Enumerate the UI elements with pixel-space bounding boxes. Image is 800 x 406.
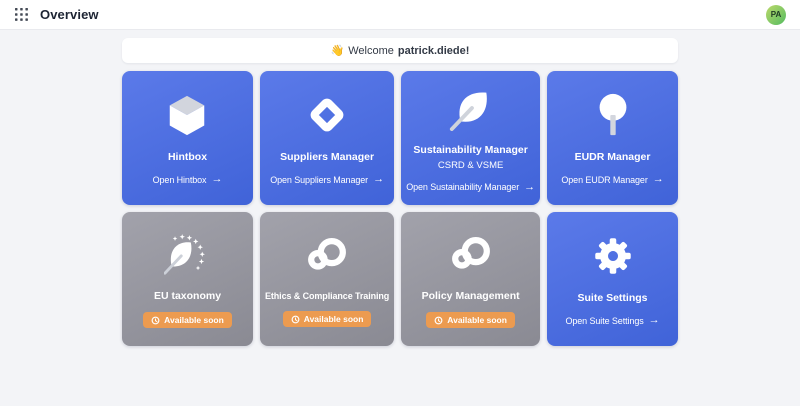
badge-label: Available soon <box>303 314 364 324</box>
badge-label: Available soon <box>164 315 224 325</box>
page-title: Overview <box>40 7 99 22</box>
app-card-suite-settings[interactable]: Suite Settings Open Suite Settings → <box>547 212 678 346</box>
card-title: EUDR Manager <box>574 151 651 163</box>
card-link-label: Open Suite Settings <box>565 315 644 326</box>
loop-icon <box>304 231 350 279</box>
wave-emoji-icon: 👋 <box>330 45 345 57</box>
card-title: Suite Settings <box>577 292 648 304</box>
app-card-grid: Hintbox Open Hintbox → Suppliers Manager… <box>122 71 678 346</box>
arrow-right-icon: → <box>211 173 223 185</box>
clock-icon <box>291 315 300 323</box>
open-eudr-manager-link[interactable]: Open EUDR Manager → <box>561 174 663 185</box>
open-sustainability-manager-link[interactable]: Open Sustainability Manager → <box>406 180 535 193</box>
welcome-banner: 👋 Welcome patrick.diede! <box>122 38 678 63</box>
app-card-policy-management: Policy Management Available soon <box>401 212 540 346</box>
clock-icon <box>434 316 443 324</box>
available-soon-badge: Available soon <box>143 312 232 328</box>
card-link-label: Open Suppliers Manager <box>270 174 369 185</box>
app-card-sustainability-manager[interactable]: Sustainability Manager CSRD & VSME Open … <box>401 71 540 205</box>
card-subtitle: CSRD & VSME <box>437 159 504 171</box>
card-title: Policy Management <box>421 290 520 302</box>
cube-icon <box>164 91 210 139</box>
welcome-greeting: Welcome <box>348 44 394 57</box>
available-soon-badge: Available soon <box>282 311 372 327</box>
avatar[interactable]: PA <box>766 4 786 25</box>
gear-icon <box>590 232 636 280</box>
card-link-label: Open EUDR Manager <box>561 174 648 185</box>
open-hintbox-link[interactable]: Open Hintbox → <box>153 174 223 185</box>
app-card-eudr-manager[interactable]: EUDR Manager Open EUDR Manager → <box>547 71 678 205</box>
tree-icon <box>590 91 636 139</box>
arrow-right-icon: → <box>373 173 384 185</box>
app-card-hintbox[interactable]: Hintbox Open Hintbox → <box>122 71 253 205</box>
eu-leaf-icon <box>164 230 210 278</box>
card-title: EU taxonomy <box>153 290 222 302</box>
card-link-label: Open Sustainability Manager <box>406 182 520 192</box>
open-suppliers-manager-link[interactable]: Open Suppliers Manager → <box>270 174 384 185</box>
card-title: Suppliers Manager <box>280 151 375 163</box>
app-card-eu-taxonomy: EU taxonomy Available soon <box>122 212 253 346</box>
loop-icon <box>448 230 494 278</box>
apps-grid-button[interactable] <box>14 8 28 22</box>
arrow-right-icon: → <box>652 173 664 185</box>
badge-label: Available soon <box>447 315 507 325</box>
open-suite-settings-link[interactable]: Open Suite Settings → <box>565 315 659 326</box>
leaf-icon <box>448 84 494 132</box>
card-title: Ethics & Compliance Training <box>264 291 390 301</box>
arrow-right-icon: → <box>648 314 660 326</box>
card-title: Hintbox <box>167 151 208 163</box>
arrow-right-icon: → <box>524 180 535 193</box>
app-card-ethics-compliance-training: Ethics & Compliance Training Available s… <box>259 212 395 346</box>
topbar: Overview PA <box>0 0 800 30</box>
clock-icon <box>151 316 160 324</box>
card-link-label: Open Hintbox <box>152 174 207 185</box>
apps-grid-icon <box>14 8 28 21</box>
diamond-icon <box>304 91 350 139</box>
available-soon-badge: Available soon <box>426 312 515 328</box>
card-title: Sustainability Manager <box>413 143 528 156</box>
app-card-suppliers-manager[interactable]: Suppliers Manager Open Suppliers Manager… <box>259 71 395 205</box>
welcome-username: patrick.diede! <box>397 44 470 57</box>
